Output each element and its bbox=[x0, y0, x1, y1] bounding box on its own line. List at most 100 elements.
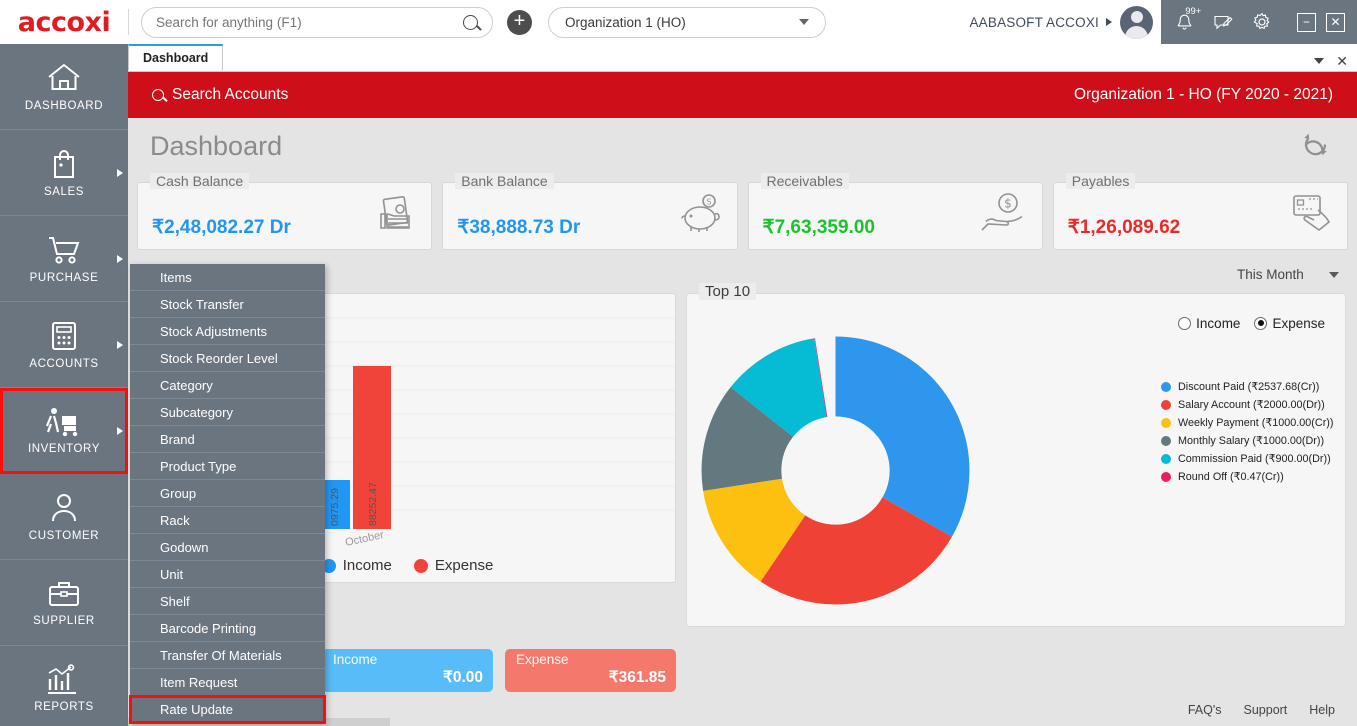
card-title: Receivables bbox=[761, 173, 849, 189]
summary-label: Income bbox=[333, 652, 483, 667]
legend-label: Expense bbox=[435, 557, 493, 574]
sidebar-item-label: PURCHASE bbox=[30, 272, 99, 284]
search-accounts-button[interactable]: Search Accounts bbox=[152, 86, 288, 104]
sidebar-item-purchase[interactable]: PURCHASE bbox=[0, 216, 128, 302]
card-bank-balance[interactable]: Bank Balance ₹38,888.73 Dr S bbox=[442, 182, 737, 250]
tab-strip-controls: ✕ bbox=[1314, 54, 1357, 71]
inventory-flyout-menu: Items Stock Transfer Stock Adjustments S… bbox=[130, 264, 325, 723]
notifications-button[interactable]: 99+ bbox=[1169, 7, 1199, 37]
card-title: Bank Balance bbox=[455, 173, 553, 189]
shopping-bag-icon bbox=[46, 147, 82, 181]
sidebar-item-inventory[interactable]: INVENTORY bbox=[0, 388, 128, 474]
legend-color-swatch bbox=[1161, 382, 1171, 392]
sidebar-item-label: SUPPLIER bbox=[33, 615, 95, 627]
flyout-item-group[interactable]: Group bbox=[130, 480, 325, 507]
flyout-item-stock-reorder-level[interactable]: Stock Reorder Level bbox=[130, 345, 325, 372]
card-receivables[interactable]: Receivables ₹7,63,359.00 $ bbox=[748, 182, 1043, 250]
radio-income[interactable]: Income bbox=[1178, 316, 1240, 331]
card-value: ₹2,48,082.27 Dr bbox=[152, 216, 291, 239]
add-new-button[interactable]: + bbox=[507, 10, 532, 35]
top10-chart-panel: Top 10 Income Expense bbox=[686, 293, 1346, 627]
footer-link-help[interactable]: Help bbox=[1309, 703, 1335, 717]
summary-card-expense[interactable]: Expense ₹361.85 bbox=[505, 649, 676, 692]
user-menu-arrow-icon[interactable] bbox=[1106, 18, 1112, 26]
flyout-item-items[interactable]: Items bbox=[130, 264, 325, 291]
sidebar-item-dashboard[interactable]: DASHBOARD bbox=[0, 44, 128, 130]
legend-item[interactable]: Income bbox=[322, 557, 392, 574]
search-input[interactable] bbox=[156, 15, 463, 30]
left-sidebar: DASHBOARD SALES PURCHASE bbox=[0, 44, 128, 726]
page-header: Dashboard bbox=[128, 118, 1357, 175]
legend-item[interactable]: Commission Paid (₹900.00(Dr)) bbox=[1161, 452, 1337, 465]
user-area: AABASOFT ACCOXI 99+ bbox=[969, 0, 1357, 44]
donut-chart-legend: Discount Paid (₹2537.68(Cr)) Salary Acco… bbox=[1161, 380, 1337, 483]
legend-item[interactable]: Round Off (₹0.47(Cr)) bbox=[1161, 470, 1337, 483]
card-payables[interactable]: Payables ₹1,26,089.62 bbox=[1053, 182, 1348, 250]
legend-item[interactable]: Monthly Salary (₹1000.00(Dr)) bbox=[1161, 434, 1337, 447]
legend-item[interactable]: Expense bbox=[414, 557, 493, 574]
notification-count-badge: 99+ bbox=[1185, 6, 1201, 17]
legend-color-swatch bbox=[1161, 400, 1171, 410]
flyout-item-unit[interactable]: Unit bbox=[130, 561, 325, 588]
tab-dashboard[interactable]: Dashboard bbox=[128, 44, 223, 71]
legend-color-swatch bbox=[414, 559, 428, 573]
app-logo: accoxi bbox=[0, 0, 128, 44]
legend-color-swatch bbox=[1161, 418, 1171, 428]
footer-link-support[interactable]: Support bbox=[1244, 703, 1288, 717]
tab-strip: Dashboard ✕ bbox=[128, 44, 1357, 72]
legend-item[interactable]: Weekly Payment (₹1000.00(Cr)) bbox=[1161, 416, 1337, 429]
flyout-item-stock-transfer[interactable]: Stock Transfer bbox=[130, 291, 325, 318]
flyout-item-barcode-printing[interactable]: Barcode Printing bbox=[130, 615, 325, 642]
sidebar-item-sales[interactable]: SALES bbox=[0, 130, 128, 216]
flyout-item-product-type[interactable]: Product Type bbox=[130, 453, 325, 480]
organization-selected-label: Organization 1 (HO) bbox=[565, 15, 686, 30]
period-selector[interactable]: This Month bbox=[1229, 263, 1343, 287]
flyout-item-shelf[interactable]: Shelf bbox=[130, 588, 325, 615]
svg-text:$: $ bbox=[1004, 196, 1012, 210]
sidebar-item-supplier[interactable]: SUPPLIER bbox=[0, 560, 128, 646]
application-window: accoxi + Organization 1 (HO) AABASOFT AC… bbox=[0, 0, 1357, 726]
sidebar-item-label: DASHBOARD bbox=[25, 100, 103, 112]
sidebar-item-label: INVENTORY bbox=[28, 443, 100, 455]
flyout-item-rack[interactable]: Rack bbox=[130, 507, 325, 534]
messages-button[interactable] bbox=[1208, 7, 1238, 37]
footer-link-faqs[interactable]: FAQ's bbox=[1188, 703, 1222, 717]
card-cash-balance[interactable]: Cash Balance ₹2,48,082.27 Dr bbox=[137, 182, 432, 250]
global-search-box[interactable] bbox=[141, 7, 493, 38]
flyout-item-category[interactable]: Category bbox=[130, 372, 325, 399]
flyout-item-rate-update[interactable]: Rate Update bbox=[130, 696, 325, 723]
briefcase-icon bbox=[46, 578, 82, 610]
settings-button[interactable] bbox=[1247, 7, 1277, 37]
organization-selector[interactable]: Organization 1 (HO) bbox=[548, 7, 826, 38]
summary-value: ₹361.85 bbox=[516, 668, 666, 687]
legend-item[interactable]: Discount Paid (₹2537.68(Cr)) bbox=[1161, 380, 1337, 393]
close-button[interactable]: ✕ bbox=[1326, 13, 1345, 32]
legend-item[interactable]: Salary Account (₹2000.00(Dr)) bbox=[1161, 398, 1337, 411]
chevron-down-icon[interactable] bbox=[1314, 58, 1324, 64]
flyout-item-stock-adjustments[interactable]: Stock Adjustments bbox=[130, 318, 325, 345]
radio-expense[interactable]: Expense bbox=[1254, 316, 1325, 331]
sidebar-item-accounts[interactable]: ACCOUNTS bbox=[0, 302, 128, 388]
panel-title: Top 10 bbox=[699, 283, 756, 300]
chevron-right-icon bbox=[117, 427, 123, 435]
hand-coin-icon: $ bbox=[978, 192, 1030, 239]
message-edit-icon bbox=[1213, 14, 1233, 31]
legend-label: Weekly Payment (₹1000.00(Cr)) bbox=[1178, 416, 1333, 429]
flyout-item-godown[interactable]: Godown bbox=[130, 534, 325, 561]
avatar[interactable] bbox=[1120, 6, 1153, 39]
top-header-bar: accoxi + Organization 1 (HO) AABASOFT AC… bbox=[0, 0, 1357, 44]
chevron-down-icon bbox=[1329, 272, 1339, 278]
sidebar-item-reports[interactable]: REPORTS bbox=[0, 646, 128, 726]
summary-card-income[interactable]: Income ₹0.00 bbox=[322, 649, 493, 692]
flyout-item-item-request[interactable]: Item Request bbox=[130, 669, 325, 696]
minimize-button[interactable]: − bbox=[1297, 13, 1316, 32]
flyout-item-transfer-of-materials[interactable]: Transfer Of Materials bbox=[130, 642, 325, 669]
card-title: Cash Balance bbox=[150, 173, 249, 189]
sidebar-item-customer[interactable]: CUSTOMER bbox=[0, 474, 128, 560]
refresh-button[interactable] bbox=[1302, 131, 1329, 163]
kpi-cards-row: Cash Balance ₹2,48,082.27 Dr Bank Balanc… bbox=[128, 175, 1357, 256]
flyout-item-subcategory[interactable]: Subcategory bbox=[130, 399, 325, 426]
radio-button bbox=[1254, 317, 1267, 330]
flyout-item-brand[interactable]: Brand bbox=[130, 426, 325, 453]
close-icon[interactable]: ✕ bbox=[1336, 54, 1348, 68]
